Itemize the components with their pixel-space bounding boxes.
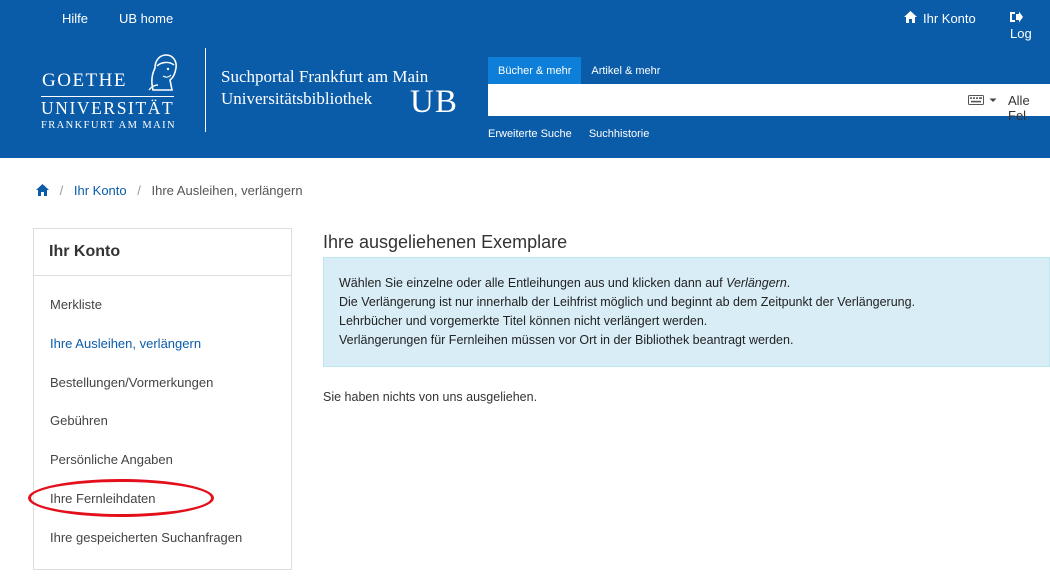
breadcrumb-current: Ihre Ausleihen, verlängern	[151, 183, 303, 198]
sidebar-item-fees[interactable]: Gebühren	[34, 402, 291, 441]
breadcrumb: / Ihr Konto / Ihre Ausleihen, verlängern	[36, 183, 303, 198]
empty-loans-message: Sie haben nichts von uns ausgeliehen.	[323, 390, 538, 404]
logo-universitaet-text: UNIVERSITÄT	[41, 96, 175, 118]
portal-title[interactable]: Suchportal Frankfurt am Main Universität…	[221, 66, 428, 110]
sidebar-item-personal-data[interactable]: Persönliche Angaben	[34, 441, 291, 480]
info-line1-renew: Verlängern	[726, 276, 787, 290]
search-history-link[interactable]: Suchhistorie	[589, 128, 650, 140]
account-sidebar: Ihr Konto Merkliste Ihre Ausleihen, verl…	[33, 228, 292, 570]
breadcrumb-account-link[interactable]: Ihr Konto	[74, 183, 127, 198]
search-input[interactable]	[488, 84, 1050, 116]
breadcrumb-separator: /	[137, 183, 141, 198]
goethe-university-logo[interactable]: GOETHE UNIVERSITÄT FRANKFURT AM MAIN	[40, 52, 190, 132]
account-link[interactable]: Ihr Konto	[904, 11, 976, 26]
portal-title-line2: Universitätsbibliothek	[221, 89, 373, 108]
sidebar-title: Ihr Konto	[34, 229, 291, 276]
logo-divider	[205, 48, 206, 132]
info-line: Verlängerungen für Fernleihen müssen vor…	[339, 333, 794, 347]
account-link-label: Ihr Konto	[923, 11, 976, 26]
logo-goethe-text: GOETHE	[42, 70, 127, 91]
virtual-keyboard-button[interactable]	[968, 93, 998, 107]
home-icon[interactable]	[36, 184, 49, 196]
info-line: Die Verlängerung ist nur innerhalb der L…	[339, 295, 916, 309]
sidebar-item-watchlist[interactable]: Merkliste	[34, 286, 291, 325]
logout-link[interactable]: Log	[1010, 11, 1050, 41]
home-icon	[904, 11, 917, 26]
search-links: Erweiterte Suche Suchhistorie	[488, 128, 663, 140]
ub-logo-text: UB	[410, 84, 458, 120]
sidebar-menu: Merkliste Ihre Ausleihen, verlängern Bes…	[34, 276, 291, 558]
sidebar-item-saved-searches[interactable]: Ihre gespeicherten Suchanfragen	[34, 519, 291, 558]
info-line1-suffix: .	[786, 276, 791, 290]
page-title: Ihre ausgeliehenen Exemplare	[323, 232, 568, 252]
sidebar-item-loans[interactable]: Ihre Ausleihen, verlängern	[34, 325, 291, 364]
tab-books[interactable]: Bücher & mehr	[488, 57, 582, 85]
help-link[interactable]: Hilfe	[62, 11, 88, 26]
info-line1-prefix: Wählen Sie einzelne oder alle Entleihung…	[339, 276, 727, 290]
advanced-search-link[interactable]: Erweiterte Suche	[488, 128, 572, 140]
logout-icon	[1010, 11, 1023, 26]
info-line: Lehrbücher und vorgemerkte Titel können …	[339, 314, 708, 328]
chevron-down-icon	[989, 98, 997, 102]
tab-articles[interactable]: Artikel & mehr	[581, 57, 670, 85]
search-tabs: Bücher & mehr Artikel & mehr	[488, 57, 670, 85]
breadcrumb-separator: /	[59, 183, 64, 198]
goethe-portrait-icon	[148, 54, 177, 91]
site-header: Hilfe UB home Ihr Konto Log GOETHE UNIVE…	[0, 0, 1050, 158]
sidebar-item-interlibrary-loans[interactable]: Ihre Fernleihdaten	[34, 480, 291, 519]
search-scope-select[interactable]: Alle Fel	[1008, 93, 1050, 123]
logo-frankfurt-text: FRANKFURT AM MAIN	[41, 120, 176, 131]
portal-title-line1: Suchportal Frankfurt am Main	[221, 67, 429, 86]
info-line: Wählen Sie einzelne oder alle Entleihung…	[339, 274, 1049, 293]
info-box: Wählen Sie einzelne oder alle Entleihung…	[323, 257, 1050, 367]
logout-link-label: Log	[1010, 26, 1032, 41]
sidebar-item-reservations[interactable]: Bestellungen/Vormerkungen	[34, 364, 291, 403]
keyboard-icon	[968, 95, 984, 105]
ub-home-link[interactable]: UB home	[119, 11, 173, 26]
